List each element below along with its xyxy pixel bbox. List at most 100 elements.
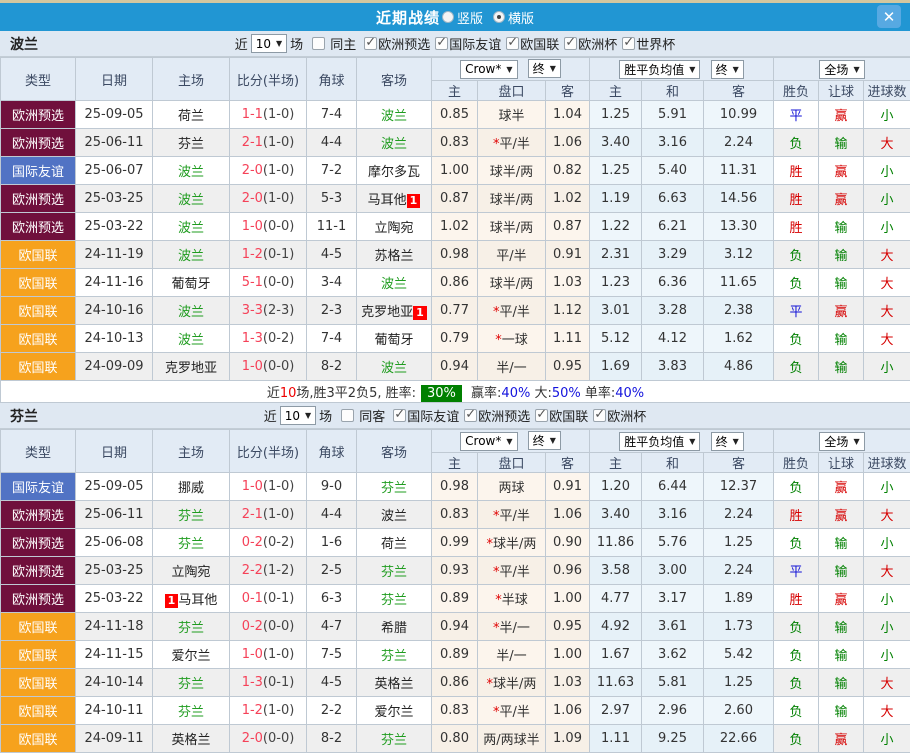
final-mean-select[interactable]: 终▼ — [711, 60, 744, 79]
radio-unchecked-icon — [442, 11, 454, 23]
corner-score: 4-4 — [307, 129, 357, 157]
score-halftime: (2-3) — [263, 303, 294, 318]
competition-checkbox[interactable]: 世界杯 — [622, 34, 675, 53]
competition-checkbox[interactable]: 欧洲预选 — [464, 406, 530, 425]
handicap-value: *一球 — [478, 325, 546, 353]
mean-home-value: 2.31 — [590, 241, 642, 269]
same-side-checkbox[interactable]: 同客 — [341, 406, 385, 425]
goals-value: 小 — [864, 725, 910, 753]
scope-select[interactable]: 全场▼ — [819, 432, 864, 451]
handicap-text: 平/半 — [500, 305, 530, 320]
col-date: 日期 — [76, 58, 153, 101]
home-team: 挪威 — [153, 473, 230, 501]
mean-home-value: 1.22 — [590, 213, 642, 241]
mean-select[interactable]: 胜平负均值▼ — [619, 432, 700, 451]
away-team-name: 希腊 — [381, 621, 407, 636]
handicap-text: 球半/两 — [493, 537, 536, 552]
competition-checkbox[interactable]: 国际友谊 — [393, 406, 459, 425]
same-side-checkbox[interactable]: 同主 — [312, 34, 356, 53]
table-row: 欧国联 24-11-18 芬兰 0-2(0-0) 4-7 希腊 0.94 *半/… — [1, 613, 910, 641]
corner-score: 6-3 — [307, 585, 357, 613]
home-team: 波兰 — [153, 157, 230, 185]
close-button[interactable]: ✕ — [877, 5, 901, 28]
final-mean-select-value: 终 — [716, 433, 728, 450]
match-count-select[interactable]: 10 ▼ — [280, 406, 316, 425]
goals-value: 小 — [864, 353, 910, 381]
results-table: 类型 日期 主场 比分(半场) 角球 客场 Crow*▼ 终▼ 胜平负均值▼ 终… — [0, 57, 910, 403]
mean-home-value: 4.77 — [590, 585, 642, 613]
chevron-down-icon: ▼ — [853, 437, 859, 446]
away-team-name: 荷兰 — [381, 537, 407, 552]
home-team-name: 马耳他 — [178, 593, 217, 608]
chevron-down-icon: ▼ — [733, 65, 739, 74]
mean-home-value: 3.40 — [590, 501, 642, 529]
competition-checkbox[interactable]: 欧国联 — [535, 406, 588, 425]
competition-checkbox[interactable]: 欧洲杯 — [564, 34, 617, 53]
col-result: 胜负 — [774, 453, 819, 473]
odds-away-value: 1.03 — [546, 269, 590, 297]
home-team: 芬兰 — [153, 613, 230, 641]
match-date: 24-10-14 — [76, 669, 153, 697]
type-badge: 欧国联 — [1, 725, 76, 753]
final-mean-select[interactable]: 终▼ — [711, 432, 744, 451]
match-date: 25-06-07 — [76, 157, 153, 185]
radio-vertical[interactable]: 竖版 — [442, 8, 483, 27]
table-row: 欧国联 24-10-11 芬兰 1-2(1-0) 2-2 爱尔兰 0.83 *平… — [1, 697, 910, 725]
home-team: 克罗地亚 — [153, 353, 230, 381]
away-team-name: 芬兰 — [381, 481, 407, 496]
scope-group-header: 全场▼ — [774, 430, 910, 453]
summary-stat-value: 50% — [552, 386, 581, 401]
handicap-value: *平/半 — [478, 501, 546, 529]
competition-checkbox[interactable]: 欧国联 — [506, 34, 559, 53]
match-count-select[interactable]: 10 ▼ — [251, 34, 287, 53]
score-fulltime: 1-3 — [242, 675, 263, 690]
score-fulltime: 1-2 — [242, 247, 263, 262]
score-fulltime: 2-0 — [242, 731, 263, 746]
summary-stat-label: 单率: — [581, 386, 616, 401]
match-score: 1-2(0-1) — [230, 241, 307, 269]
company-select[interactable]: Crow*▼ — [460, 60, 517, 79]
away-team-name: 克罗地亚 — [361, 305, 413, 320]
result-value: 负 — [774, 473, 819, 501]
home-team: 波兰 — [153, 185, 230, 213]
col-corner: 角球 — [307, 430, 357, 473]
radio-horizontal[interactable]: 横版 — [493, 8, 534, 27]
chevron-down-icon: ▼ — [689, 65, 695, 74]
result-value: 胜 — [774, 157, 819, 185]
table-row: 欧洲预选 25-06-08 芬兰 0-2(0-2) 1-6 荷兰 0.99 *球… — [1, 529, 910, 557]
company-select[interactable]: Crow*▼ — [460, 432, 517, 451]
col-score: 比分(半场) — [230, 430, 307, 473]
handicap-result-value: 输 — [819, 241, 864, 269]
col-odds-away: 客 — [546, 81, 590, 101]
away-team: 波兰 — [357, 501, 432, 529]
competition-checkbox[interactable]: 欧洲杯 — [593, 406, 646, 425]
competition-checkbox[interactable]: 国际友谊 — [435, 34, 501, 53]
table-row: 欧国联 24-10-16 波兰 3-3(2-3) 2-3 克罗地亚1 0.77 … — [1, 297, 910, 325]
away-team: 立陶宛 — [357, 213, 432, 241]
handicap-result-value: 输 — [819, 669, 864, 697]
scope-select[interactable]: 全场▼ — [819, 60, 864, 79]
col-handicap: 盘口 — [478, 81, 546, 101]
handicap-result-value: 输 — [819, 697, 864, 725]
mean-draw-value: 5.76 — [642, 529, 704, 557]
goals-value: 大 — [864, 325, 910, 353]
match-count-value: 10 — [285, 409, 300, 423]
type-badge: 欧洲预选 — [1, 557, 76, 585]
mean-draw-value: 3.16 — [642, 129, 704, 157]
odds-home-value: 0.94 — [432, 613, 478, 641]
col-odds-home: 主 — [432, 453, 478, 473]
odds-away-value: 0.96 — [546, 557, 590, 585]
final-odds-select[interactable]: 终▼ — [528, 59, 561, 78]
competition-checkbox[interactable]: 欧洲预选 — [364, 34, 430, 53]
filter-bar: 近 10 ▼ 场 同客 国际友谊 欧洲预选 欧国联 欧洲杯 — [264, 406, 647, 425]
home-team-name: 芬兰 — [178, 137, 204, 152]
mean-away-value: 1.25 — [704, 529, 774, 557]
match-score: 1-0(0-0) — [230, 353, 307, 381]
checkbox-label: 欧洲杯 — [607, 406, 646, 425]
match-score: 2-0(0-0) — [230, 725, 307, 753]
checkbox-icon — [622, 37, 635, 50]
handicap-result-value: 输 — [819, 613, 864, 641]
mean-select[interactable]: 胜平负均值▼ — [619, 60, 700, 79]
match-score: 2-0(1-0) — [230, 157, 307, 185]
final-odds-select[interactable]: 终▼ — [528, 431, 561, 450]
